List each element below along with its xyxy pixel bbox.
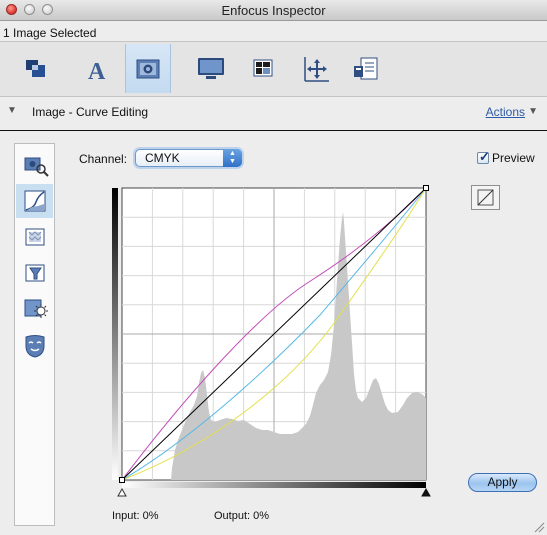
input-black-slider[interactable] [117,487,127,497]
curve-endpoint-end[interactable] [423,185,429,191]
output-readout: Output: 0% [214,510,270,522]
resize-grip-icon[interactable] [533,521,545,533]
curve-editor-graph[interactable] [0,0,547,535]
input-white-slider[interactable] [421,487,431,497]
apply-button[interactable]: Apply [468,473,537,492]
input-readout: Input: 0% [112,510,159,522]
inspector-window: Enfocus Inspector 1 Image Selected A ▼ I… [0,0,547,535]
curve-endpoint-start[interactable] [119,477,125,483]
